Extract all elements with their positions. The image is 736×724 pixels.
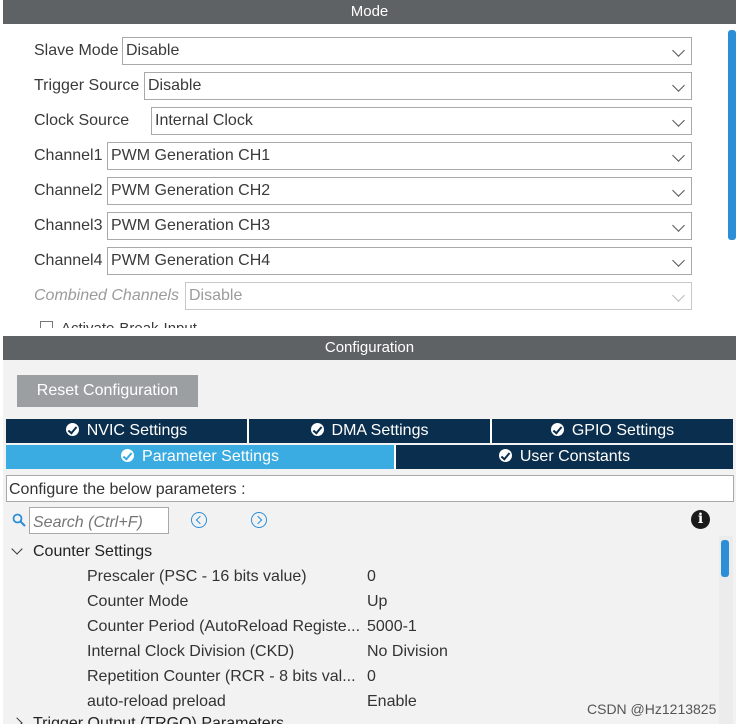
tab-label: NVIC Settings	[86, 422, 188, 439]
tab-gpio-settings[interactable]: GPIO Settings	[492, 419, 733, 443]
check-circle-icon	[310, 423, 324, 436]
param-name: Counter Period (AutoReload Registe...	[87, 618, 361, 635]
channel2-label: Channel2	[34, 182, 103, 199]
chevron-right-icon	[11, 717, 23, 724]
instruction-text: Configure the below parameters :	[9, 481, 246, 498]
info-icon[interactable]: i	[691, 510, 710, 529]
search-input[interactable]	[29, 507, 169, 534]
checkbox[interactable]	[40, 321, 53, 328]
chevron-down-icon	[672, 254, 685, 267]
clock-source-label: Clock Source	[34, 112, 130, 129]
trigger-source-label: Trigger Source	[34, 77, 140, 94]
param-value[interactable]: Enable	[367, 693, 417, 711]
slave-mode-select[interactable]: Disable	[122, 37, 692, 65]
param-row-prescaler[interactable]: Prescaler (PSC - 16 bits value) 0	[87, 568, 717, 593]
channel3-value: PWM Generation CH3	[111, 217, 271, 234]
chevron-right-circle-icon[interactable]	[251, 512, 267, 528]
settings-tabs-row-2: Parameter Settings User Constants	[6, 445, 733, 469]
channel4-select[interactable]: PWM Generation CH4	[107, 247, 692, 275]
param-value[interactable]: No Division	[367, 643, 448, 661]
mode-panel-header: Mode	[3, 0, 736, 24]
param-name: Prescaler (PSC - 16 bits value)	[87, 568, 307, 585]
chevron-down-icon	[11, 543, 23, 555]
tab-nvic-settings[interactable]: NVIC Settings	[6, 419, 249, 443]
tab-label: User Constants	[519, 448, 631, 465]
trigger-source-row: Trigger Source Disable	[3, 72, 703, 100]
tab-dma-settings[interactable]: DMA Settings	[249, 419, 492, 443]
channel4-value: PWM Generation CH4	[111, 252, 271, 269]
trigger-source-select[interactable]: Disable	[144, 72, 692, 100]
search-icon	[12, 513, 26, 527]
chevron-left-circle-icon[interactable]	[191, 512, 207, 528]
combined-channels-select: Disable	[185, 282, 692, 310]
trigger-output-section[interactable]: Trigger Output (TRGO) Parameters	[11, 715, 285, 724]
channel3-select[interactable]: PWM Generation CH3	[107, 212, 692, 240]
check-circle-icon	[121, 449, 135, 462]
chevron-down-icon	[672, 184, 685, 197]
slave-mode-row: Slave Mode Disable	[3, 37, 703, 65]
param-value[interactable]: 0	[367, 568, 376, 586]
settings-tabs-row-1: NVIC Settings DMA Settings GPIO Settings	[6, 419, 733, 443]
channel2-select[interactable]: PWM Generation CH2	[107, 177, 692, 205]
channel4-label: Channel4	[34, 252, 103, 269]
check-circle-icon	[498, 449, 512, 462]
check-circle-icon	[550, 423, 564, 436]
channel4-row: Channel4 PWM Generation CH4	[3, 247, 703, 275]
param-value[interactable]: 0	[367, 668, 376, 686]
param-row-counter-period[interactable]: Counter Period (AutoReload Registe... 50…	[87, 618, 717, 643]
mode-scrollbar-thumb[interactable]	[728, 30, 736, 240]
param-value[interactable]: Up	[367, 593, 387, 611]
configuration-panel: Reset Configuration NVIC Settings DMA Se…	[3, 360, 736, 724]
param-row-counter-mode[interactable]: Counter Mode Up	[87, 593, 717, 618]
param-name: Repetition Counter (RCR - 8 bits val...	[87, 668, 356, 685]
slave-mode-label: Slave Mode	[34, 42, 119, 59]
instruction-box: Configure the below parameters :	[6, 475, 734, 502]
chevron-down-icon	[672, 219, 685, 232]
channel3-label: Channel3	[34, 217, 103, 234]
watermark: CSDN @Hz1213825	[587, 701, 717, 717]
slave-mode-value: Disable	[126, 42, 180, 59]
activate-break-input-row[interactable]: Activate-Break-Input	[40, 320, 197, 328]
tab-label: DMA Settings	[331, 422, 429, 439]
configuration-panel-header: Configuration	[3, 336, 736, 360]
tab-label: GPIO Settings	[571, 422, 675, 439]
parameters-scrollbar-thumb[interactable]	[721, 540, 729, 577]
chevron-down-icon	[672, 114, 685, 127]
channel2-value: PWM Generation CH2	[111, 182, 271, 199]
clock-source-value: Internal Clock	[155, 112, 253, 129]
trigger-source-value: Disable	[148, 77, 202, 94]
param-name: Internal Clock Division (CKD)	[87, 643, 295, 660]
mode-panel: Slave Mode Disable Trigger Source Disabl…	[3, 24, 736, 328]
chevron-down-icon	[672, 44, 685, 57]
combined-channels-label: Combined Channels	[34, 287, 179, 304]
check-circle-icon	[65, 423, 79, 436]
clock-source-row: Clock Source Internal Clock	[3, 107, 703, 135]
param-row-clock-division[interactable]: Internal Clock Division (CKD) No Divisio…	[87, 643, 717, 668]
param-name: auto-reload preload	[87, 693, 226, 710]
param-value[interactable]: 5000-1	[367, 618, 417, 636]
chevron-down-icon	[672, 79, 685, 92]
counter-settings-section[interactable]: Counter Settings	[11, 543, 153, 561]
param-name: Counter Mode	[87, 593, 189, 610]
section-title: Trigger Output (TRGO) Parameters	[33, 715, 285, 724]
combined-channels-value: Disable	[189, 287, 243, 304]
tab-parameter-settings[interactable]: Parameter Settings	[6, 445, 396, 469]
chevron-down-icon	[672, 149, 685, 162]
reset-configuration-button[interactable]: Reset Configuration	[17, 375, 198, 407]
channel1-row: Channel1 PWM Generation CH1	[3, 142, 703, 170]
channel3-row: Channel3 PWM Generation CH3	[3, 212, 703, 240]
param-row-repetition-counter[interactable]: Repetition Counter (RCR - 8 bits val... …	[87, 668, 717, 693]
channel1-value: PWM Generation CH1	[111, 147, 271, 164]
combined-channels-row: Combined Channels Disable	[3, 282, 703, 310]
tab-label: Parameter Settings	[142, 448, 279, 465]
channel2-row: Channel2 PWM Generation CH2	[3, 177, 703, 205]
section-title: Counter Settings	[33, 543, 153, 560]
clock-source-select[interactable]: Internal Clock	[151, 107, 692, 135]
activate-break-input-label: Activate-Break-Input	[61, 320, 197, 328]
tab-user-constants[interactable]: User Constants	[396, 445, 733, 469]
channel1-select[interactable]: PWM Generation CH1	[107, 142, 692, 170]
channel1-label: Channel1	[34, 147, 103, 164]
chevron-down-icon	[672, 289, 685, 302]
